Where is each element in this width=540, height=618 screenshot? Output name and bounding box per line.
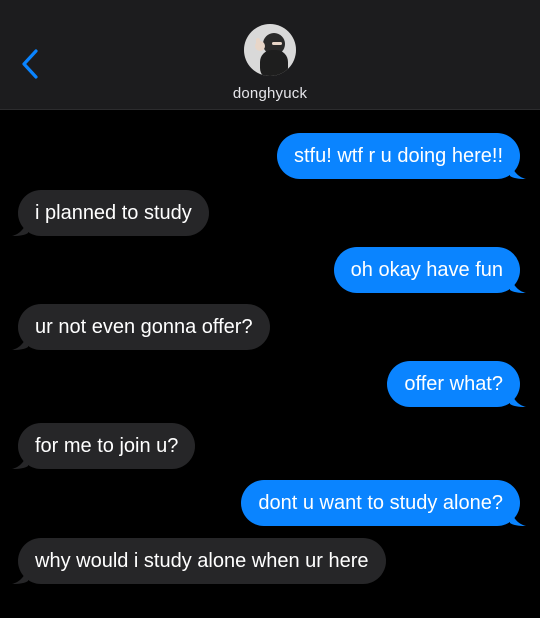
- bubble-tail: [12, 216, 28, 236]
- message-text: for me to join u?: [35, 435, 179, 457]
- message-text: i planned to study: [35, 202, 192, 224]
- message-thread: stfu! wtf r u doing here!! i planned to …: [0, 110, 540, 618]
- avatar-image: [244, 24, 296, 76]
- bubble-tail: [12, 449, 28, 469]
- message-text: dont u want to study alone?: [258, 492, 503, 514]
- message-text: oh okay have fun: [350, 259, 503, 281]
- message-bubble-received[interactable]: for me to join u?: [12, 423, 196, 469]
- contact-avatar[interactable]: [244, 24, 296, 76]
- message-text: stfu! wtf r u doing here!!: [294, 145, 503, 167]
- message-bubble-received[interactable]: ur not even gonna offer?: [12, 304, 270, 350]
- bubble-tail: [12, 330, 28, 350]
- message-text: why would i study alone when ur here: [35, 550, 369, 572]
- bubble-tail: [510, 159, 526, 179]
- bubble-tail: [510, 273, 526, 293]
- chevron-left-icon[interactable]: [18, 48, 42, 80]
- message-bubble-received[interactable]: why would i study alone when ur here: [12, 538, 386, 584]
- bubble-tail: [510, 387, 526, 407]
- message-bubble-received[interactable]: i planned to study: [12, 190, 209, 236]
- message-bubble-sent[interactable]: dont u want to study alone?: [241, 480, 526, 526]
- message-text: offer what?: [404, 373, 503, 395]
- message-bubble-sent[interactable]: offer what?: [387, 361, 526, 407]
- contact-name[interactable]: donghyuck: [0, 85, 540, 102]
- conversation-header: donghyuck: [0, 0, 540, 110]
- message-bubble-sent[interactable]: oh okay have fun: [333, 247, 526, 293]
- message-text: ur not even gonna offer?: [35, 316, 253, 338]
- bubble-tail: [12, 564, 28, 584]
- bubble-tail: [510, 506, 526, 526]
- message-bubble-sent[interactable]: stfu! wtf r u doing here!!: [277, 133, 526, 179]
